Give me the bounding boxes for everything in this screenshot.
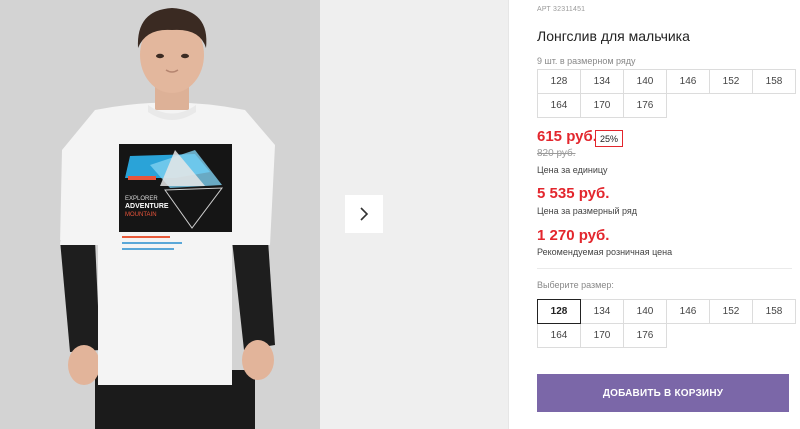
next-image-button[interactable] [345, 195, 383, 233]
size-option-146[interactable]: 146 [666, 299, 710, 324]
size-option-128[interactable]: 128 [537, 299, 581, 324]
article-number: АРТ 32311451 [537, 6, 586, 13]
product-title: Лонгслив для мальчика [537, 28, 690, 44]
row-price-label: Цена за размерный ряд [537, 206, 638, 216]
retail-price-label: Рекомендуемая розничная цена [537, 247, 673, 257]
retail-price: 1 270 руб. [537, 227, 610, 244]
column-divider [508, 0, 509, 429]
size-option-164[interactable]: 164 [537, 323, 581, 348]
size-option-140[interactable]: 140 [623, 299, 667, 324]
print-line3: MOUNTAIN [125, 212, 157, 218]
product-gallery: EXPLORER ADVENTURE MOUNTAIN [0, 0, 510, 429]
size-option-134[interactable]: 134 [580, 299, 624, 324]
add-to-cart-button[interactable]: ДОБАВИТЬ В КОРЗИНУ [537, 374, 789, 412]
row-price: 5 535 руб. [537, 185, 610, 202]
old-price: 820 руб. [537, 148, 576, 159]
discount-badge: 25% [595, 130, 624, 147]
size-row-cell: 134 [580, 69, 624, 94]
size-row-cell: 152 [709, 69, 753, 94]
size-row-cell: 176 [623, 93, 667, 118]
chevron-right-icon [360, 207, 369, 221]
size-row-cell: 146 [666, 69, 710, 94]
size-row-cell: 128 [537, 69, 581, 94]
size-row-cell: 164 [537, 93, 581, 118]
size-row-cell: 170 [580, 93, 624, 118]
size-row-cell: 140 [623, 69, 667, 94]
unit-price-label: Цена за единицу [537, 165, 608, 175]
print-line1: EXPLORER [125, 196, 158, 202]
size-row-cell: 158 [752, 69, 796, 94]
size-option-158[interactable]: 158 [752, 299, 796, 324]
print-line2: ADVENTURE [125, 203, 169, 210]
size-option-170[interactable]: 170 [580, 323, 624, 348]
product-photo: EXPLORER ADVENTURE MOUNTAIN [0, 0, 320, 429]
size-option-176[interactable]: 176 [623, 323, 667, 348]
section-divider [537, 268, 792, 269]
size-option-152[interactable]: 152 [709, 299, 753, 324]
size-row-grid: 128 134 140 146 152 158 164 170 176 [537, 69, 796, 118]
choose-size-label: Выберите размер: [537, 280, 614, 290]
boy-longsleeve-image: EXPLORER ADVENTURE MOUNTAIN [0, 0, 320, 429]
size-selector: 128 134 140 146 152 158 164 170 176 [537, 299, 796, 348]
unit-price: 615 руб. [537, 128, 597, 145]
size-row-note: 9 шт. в размерном ряду [537, 56, 636, 66]
